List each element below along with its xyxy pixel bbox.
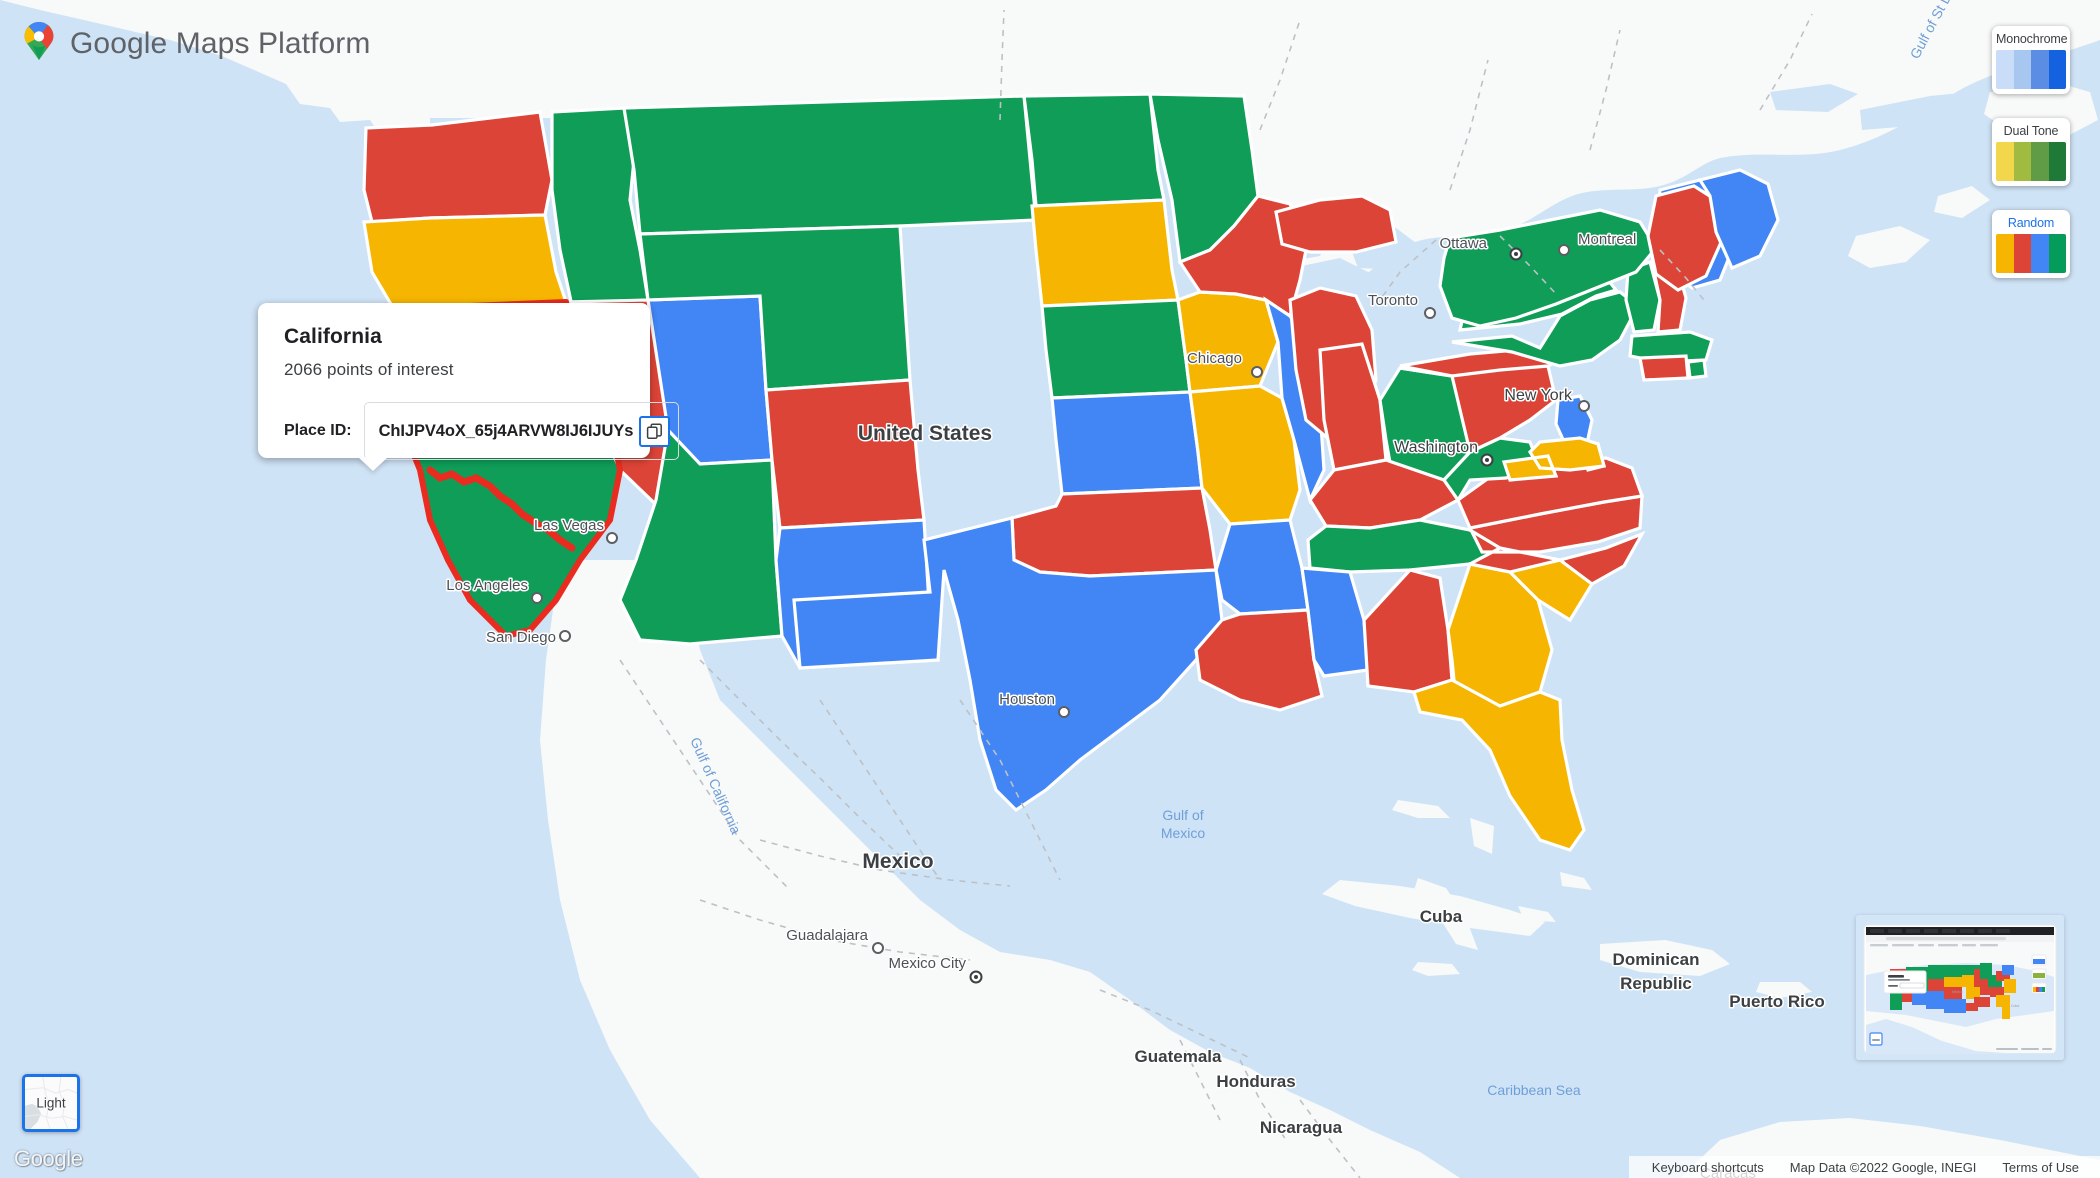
copy-icon (646, 423, 663, 440)
country-label-guatemala: Guatemala (1135, 1047, 1222, 1066)
svg-text:Ottawa: Ottawa (1439, 235, 1487, 252)
map-canvas[interactable]: Gulf of St Lawrence Gulf of California G… (0, 0, 2100, 1178)
svg-text:Mexico City: Mexico City (888, 955, 966, 972)
svg-text:Montreal: Montreal (1578, 231, 1636, 248)
style-card-label: Random (2007, 216, 2055, 230)
swatch (1996, 142, 2014, 181)
svg-text:San Diego: San Diego (486, 629, 556, 646)
svg-text:Las Vegas: Las Vegas (534, 517, 604, 534)
state-CT (1638, 354, 1690, 382)
swatch (1996, 234, 2014, 273)
place-id-field[interactable]: ChIJPV4oX_65j4ARVW8IJ6IJUYs (363, 402, 680, 460)
svg-text:New York: New York (1504, 387, 1573, 404)
country-label-dominican-republic-line1: Dominican (1613, 950, 1700, 969)
svg-text:Toronto: Toronto (1368, 292, 1418, 309)
info-card-title: California (284, 325, 382, 348)
state-KS (1050, 390, 1204, 496)
place-id-row: Place ID: ChIJPV4oX_65j4ARVW8IJ6IJUYs (284, 402, 680, 460)
swatch (2048, 142, 2066, 181)
brand-header: Google Maps Platform (22, 22, 370, 66)
state-NE (1040, 298, 1192, 400)
svg-text:Mexico: Mexico (1952, 990, 1963, 994)
style-card-monochrome[interactable]: Monochrome (1992, 26, 2070, 94)
brand-title-maps-platform: Maps Platform (175, 27, 371, 60)
country-label-honduras: Honduras (1216, 1072, 1295, 1091)
country-label-nicaragua: Nicaragua (1260, 1118, 1343, 1137)
state-WA (362, 110, 554, 224)
style-swatch-strip (1996, 50, 2066, 89)
svg-text:Washington: Washington (1394, 439, 1478, 456)
map-type-card-light[interactable]: Light (22, 1074, 80, 1132)
svg-text:Los Angeles: Los Angeles (446, 577, 528, 594)
swatch (2013, 50, 2031, 89)
swatch (2031, 234, 2049, 273)
map-type-label: Light (36, 1095, 66, 1111)
terms-of-use-link[interactable]: Terms of Use (1989, 1160, 2092, 1175)
country-label-dominican-republic-line2: Republic (1620, 974, 1692, 993)
swatch (2048, 50, 2066, 89)
state-OR (362, 213, 569, 310)
attribution-bar: Keyboard shortcuts Map Data ©2022 Google… (1628, 1156, 2100, 1178)
keyboard-shortcuts-link[interactable]: Keyboard shortcuts (1639, 1160, 1777, 1175)
info-card-subtitle: 2066 points of interest (284, 360, 454, 379)
state-SD (1030, 198, 1180, 308)
style-swatch-strip (1996, 142, 2066, 181)
swatch (2031, 142, 2049, 181)
country-label-mexico: Mexico (862, 850, 933, 873)
google-maps-pin-icon (22, 22, 56, 66)
state-ND (1022, 92, 1166, 208)
map-data-attribution: Map Data ©2022 Google, INEGI (1789, 1159, 1977, 1175)
country-label-cuba: Cuba (1420, 907, 1463, 926)
map-vector-layer[interactable]: Gulf of St Lawrence Gulf of California G… (0, 0, 2100, 1178)
brand-title-google: Google (70, 27, 168, 60)
info-card-pointer (358, 457, 388, 471)
svg-text:Houston: Houston (999, 691, 1055, 708)
maps-platform-demo-page: Gulf of St Lawrence Gulf of California G… (0, 0, 2100, 1178)
state-IA (1176, 290, 1280, 394)
style-card-label: Dual Tone (2003, 124, 2059, 138)
style-card-random[interactable]: Random (1992, 210, 2070, 278)
country-label-united-states: United States (858, 422, 992, 445)
brand-title: Google Maps Platform (70, 27, 370, 61)
state-MT (622, 94, 1038, 236)
style-card-dual-tone[interactable]: Dual Tone (1992, 118, 2070, 186)
style-swatch-strip (1996, 234, 2066, 273)
google-watermark: Google (14, 1146, 83, 1171)
map-style-selector[interactable]: Monochrome Dual Tone Random (1992, 26, 2070, 278)
svg-text:Chicago: Chicago (1187, 350, 1242, 367)
state-AR (1214, 518, 1310, 616)
copy-place-id-button[interactable] (639, 415, 671, 447)
state-RI (1686, 358, 1708, 380)
state-CO (764, 378, 926, 530)
map-type-control[interactable]: Light (22, 1074, 80, 1132)
screenshot-inset-preview[interactable]: Mexico Cuba (1856, 915, 2064, 1060)
swatch (2013, 234, 2031, 273)
swatch (2013, 142, 2031, 181)
water-label: Caribbean Sea (1487, 1082, 1581, 1098)
swatch (2048, 234, 2066, 273)
place-id-label: Place ID: (284, 422, 352, 439)
place-id-value: ChIJPV4oX_65j4ARVW8IJ6IJUYs (378, 421, 634, 440)
water-label: Mexico (1161, 825, 1206, 841)
region-info-card[interactable]: California 2066 points of interest Place… (258, 303, 680, 471)
water-label: Gulf of (1162, 807, 1203, 823)
style-card-label: Monochrome (1996, 32, 2068, 46)
svg-text:Guadalajara: Guadalajara (786, 927, 868, 944)
swatch (2031, 50, 2049, 89)
swatch (1996, 50, 2014, 89)
country-label-puerto-rico: Puerto Rico (1729, 992, 1824, 1011)
svg-text:Cuba: Cuba (2011, 1004, 2019, 1008)
